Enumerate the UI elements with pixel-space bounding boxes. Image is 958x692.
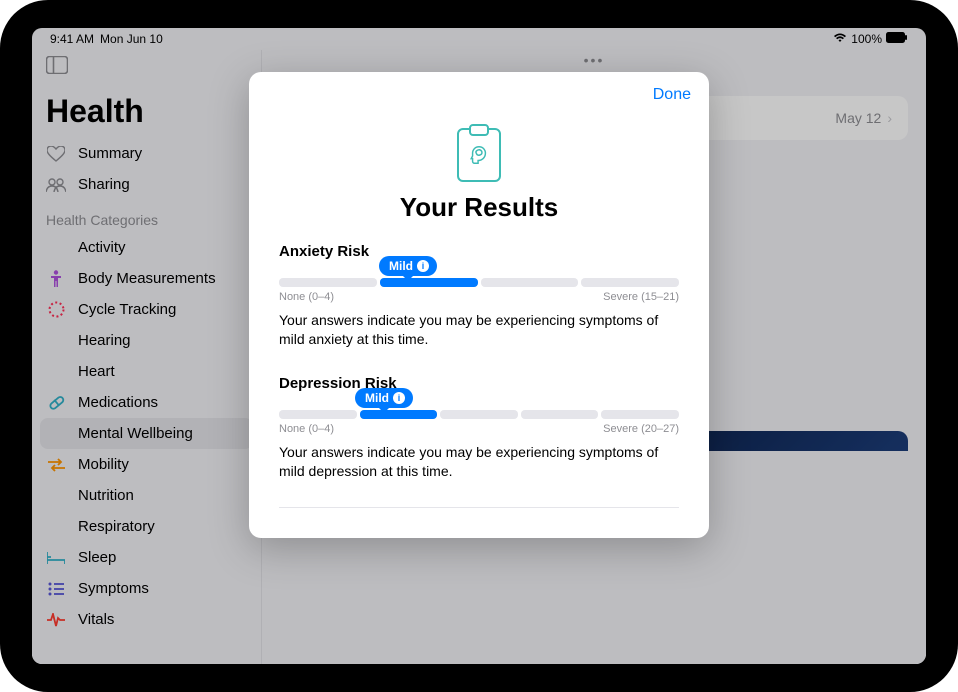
depression-label: Depression Risk — [279, 375, 679, 392]
results-icon — [279, 128, 679, 182]
anxiety-desc: Your answers indicate you may be experie… — [279, 311, 679, 349]
anxiety-badge[interactable]: Mild i — [379, 256, 437, 276]
depression-low-label: None (0–4) — [279, 423, 334, 435]
depression-slider: Mild i None (0–4) Severe (20–27) — [279, 410, 679, 435]
screen: 9:41 AM Mon Jun 10 100% H — [32, 28, 926, 664]
done-button[interactable]: Done — [653, 86, 691, 104]
ipad-device-frame: 9:41 AM Mon Jun 10 100% H — [0, 0, 958, 692]
slider-segment — [279, 278, 377, 287]
slider-segment — [521, 410, 599, 419]
badge-text: Mild — [365, 391, 389, 405]
slider-segment — [581, 278, 679, 287]
anxiety-slider: Mild i None (0–4) Severe (15–21) — [279, 278, 679, 303]
anxiety-result: Anxiety Risk Mild i None (0–4) Severe (1… — [279, 243, 679, 349]
depression-high-label: Severe (20–27) — [603, 423, 679, 435]
modal-overlay: Done Your Results Anxiety Risk Mild i — [32, 28, 926, 664]
depression-desc: Your answers indicate you may be experie… — [279, 443, 679, 481]
slider-segment — [601, 410, 679, 419]
info-icon: i — [417, 260, 429, 272]
depression-badge[interactable]: Mild i — [355, 388, 413, 408]
slider-segment — [380, 278, 478, 287]
slider-segment — [360, 410, 438, 419]
slider-segment — [440, 410, 518, 419]
slider-segment — [279, 410, 357, 419]
badge-text: Mild — [389, 259, 413, 273]
anxiety-low-label: None (0–4) — [279, 291, 334, 303]
slider-segment — [481, 278, 579, 287]
divider — [279, 507, 679, 508]
info-icon: i — [393, 392, 405, 404]
modal-title: Your Results — [279, 192, 679, 223]
anxiety-label: Anxiety Risk — [279, 243, 679, 260]
results-modal: Done Your Results Anxiety Risk Mild i — [249, 72, 709, 538]
depression-result: Depression Risk Mild i None (0–4) Severe… — [279, 375, 679, 481]
anxiety-high-label: Severe (15–21) — [603, 291, 679, 303]
